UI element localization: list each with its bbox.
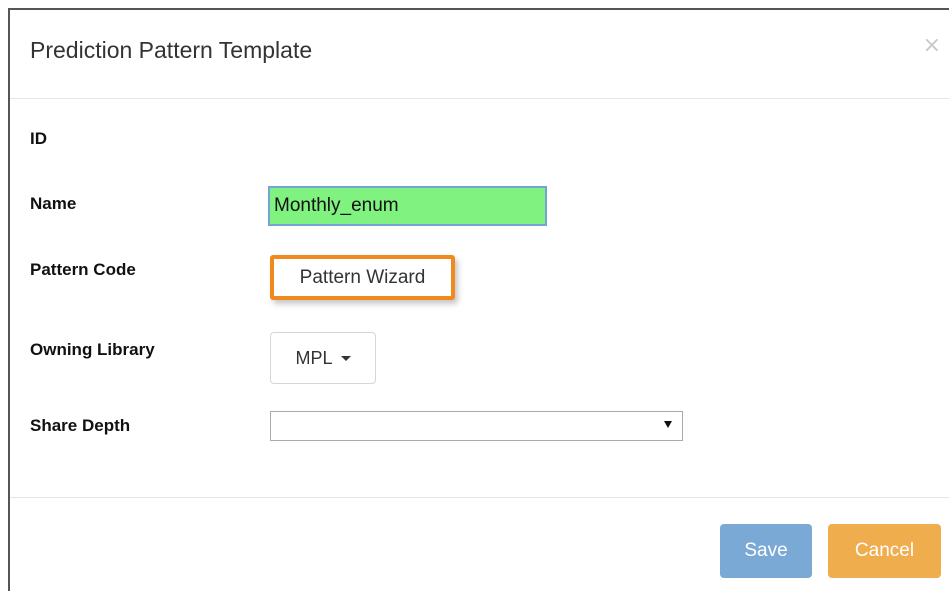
- owning-library-label: Owning Library: [30, 340, 155, 359]
- dropdown-arrow-icon: [664, 421, 672, 428]
- dialog-title: Prediction Pattern Template: [30, 37, 313, 63]
- prediction-pattern-dialog: Prediction Pattern Template × ID Name Pa…: [8, 8, 949, 591]
- save-button[interactable]: Save: [720, 524, 812, 578]
- name-label: Name: [30, 194, 77, 213]
- caret-down-icon: [340, 355, 351, 361]
- owning-library-value: MPL: [295, 347, 333, 368]
- owning-library-dropdown[interactable]: MPL: [270, 332, 376, 384]
- share-depth-select[interactable]: [270, 411, 683, 441]
- close-icon[interactable]: ×: [923, 33, 941, 58]
- cancel-button[interactable]: Cancel: [828, 524, 941, 578]
- footer-divider: [10, 497, 949, 498]
- name-input[interactable]: [268, 186, 547, 226]
- dialog-header: Prediction Pattern Template ×: [10, 10, 949, 99]
- id-label: ID: [30, 129, 47, 148]
- pattern-wizard-button[interactable]: Pattern Wizard: [270, 255, 455, 300]
- pattern-code-label: Pattern Code: [30, 260, 136, 279]
- share-depth-label: Share Depth: [30, 416, 131, 435]
